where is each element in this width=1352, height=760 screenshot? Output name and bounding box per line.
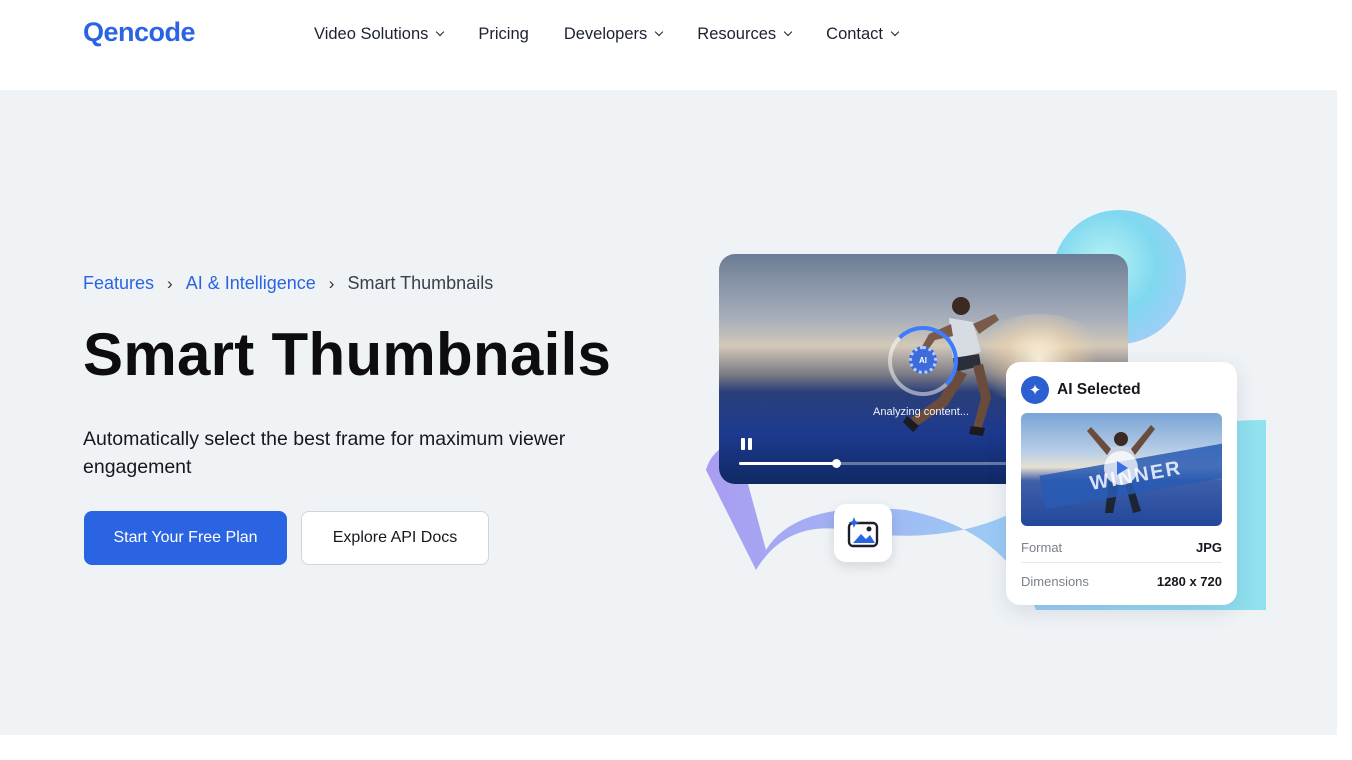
explore-api-docs-button[interactable]: Explore API Docs xyxy=(301,511,489,565)
video-progress-knob[interactable] xyxy=(832,459,842,468)
page-bottom-strip xyxy=(0,735,1352,760)
breadcrumb-separator: › xyxy=(328,273,335,293)
breadcrumb-features[interactable]: Features xyxy=(83,273,154,294)
nav-contact[interactable]: Contact xyxy=(826,24,900,44)
nav-label: Video Solutions xyxy=(314,24,429,43)
breadcrumb: Features › AI & Intelligence › Smart Thu… xyxy=(83,273,493,294)
meta-row-format: Format JPG xyxy=(1021,533,1222,563)
logo[interactable]: Qencode xyxy=(83,17,196,48)
breadcrumb-ai-intelligence[interactable]: AI & Intelligence xyxy=(186,273,316,294)
nav-pricing[interactable]: Pricing xyxy=(478,24,528,44)
ai-card-title: AI Selected xyxy=(1057,381,1141,398)
nav-video-solutions[interactable]: Video Solutions xyxy=(314,24,445,44)
ai-selected-card: ✦ AI Selected WINNER Format JPG Dimensio… xyxy=(1006,362,1237,605)
video-progress-fill xyxy=(739,462,837,465)
video-progress-bar[interactable] xyxy=(739,459,1009,468)
image-ai-icon xyxy=(847,517,879,548)
chevron-down-icon xyxy=(783,27,793,37)
analyzing-status: Analyzing content... xyxy=(873,406,970,418)
main-nav: Video Solutions Pricing Developers Resou… xyxy=(314,24,933,44)
chevron-down-icon xyxy=(655,27,664,37)
meta-value: JPG xyxy=(1195,540,1222,555)
page-title: Smart Thumbnails xyxy=(83,321,612,388)
breadcrumb-current: Smart Thumbnails xyxy=(347,273,494,293)
breadcrumb-separator: › xyxy=(167,273,173,293)
page-subtitle: Automatically select the best frame for … xyxy=(83,428,566,478)
meta-value: 1280 x 720 xyxy=(1156,573,1222,589)
hero-section: Features › AI & Intelligence › Smart Thu… xyxy=(0,90,1337,735)
meta-key: Format xyxy=(1021,540,1063,555)
ai-gear-icon: AI xyxy=(909,346,937,374)
image-ai-button[interactable] xyxy=(834,504,892,562)
chevron-down-icon xyxy=(436,27,445,37)
nav-developers[interactable]: Developers xyxy=(563,24,664,44)
pause-icon[interactable] xyxy=(741,438,753,450)
chevron-down-icon xyxy=(890,27,900,37)
selected-thumbnail[interactable]: WINNER xyxy=(1021,413,1222,526)
start-free-plan-button[interactable]: Start Your Free Plan xyxy=(84,511,287,565)
sparkle-icon: ✦ xyxy=(1021,376,1049,404)
nav-label: Resources xyxy=(697,24,777,43)
nav-label: Pricing xyxy=(478,24,529,43)
meta-row-dimensions: Dimensions 1280 x 720 xyxy=(1021,566,1222,596)
site-header: Qencode Video Solutions Pricing Develope… xyxy=(0,0,1337,90)
play-icon[interactable] xyxy=(1104,451,1138,485)
nav-resources[interactable]: Resources xyxy=(697,24,793,44)
meta-key: Dimensions xyxy=(1021,573,1089,589)
nav-label: Developers xyxy=(563,24,648,43)
nav-label: Contact xyxy=(826,24,884,43)
